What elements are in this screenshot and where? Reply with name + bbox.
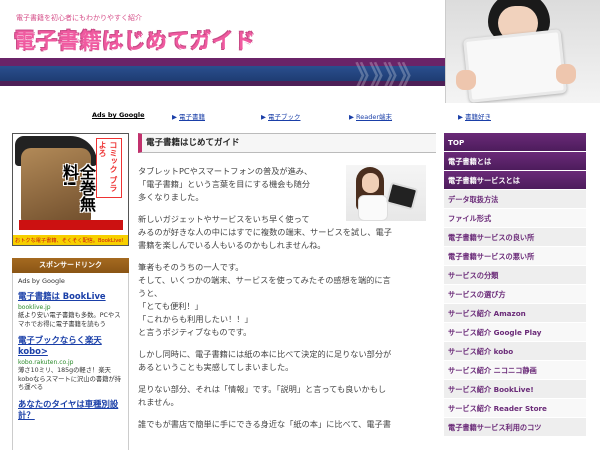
sponsored-ad-title[interactable]: あなたのタイヤは車種別設計？ [18, 399, 123, 421]
sponsored-ad-desc: 薄さ10ミリ、185gの軽さ！楽天koboならスマートに沢山の書籍が持ち運べる [18, 367, 122, 391]
article-paragraph: 足りない部分、それは「情報」です。「説明」と言っても良いかもし れません。 [138, 383, 436, 409]
article-paragraph: しかし同時に、電子書籍には紙の本に比べて決定的に足りない部分が あるということも実… [138, 348, 436, 374]
sponsored-ad-url[interactable]: kobo.rakuten.co.jp [18, 358, 123, 367]
article-line: 「電子書籍」という言葉を目にする機会も随分 [138, 179, 311, 189]
ad-link-4[interactable]: ▶ 書籍好き [458, 111, 491, 121]
arrow-decor-icon: 》》》》 [355, 60, 426, 86]
article-body: タブレットPCやスマートフォンの普及が進み、 「電子書籍」という言葉を目にする機会… [138, 165, 436, 440]
site-tagline: 電子書籍を初心者にもわかりやすく紹介 [16, 14, 142, 22]
header-woman-tablet-photo [445, 0, 600, 103]
right-navigation: TOP 電子書籍とは 電子書籍サービスとは データ取扱方法 ファイル形式 電子書籍サービス… [444, 133, 586, 450]
site-title[interactable]: 電子書籍はじめてガイド [14, 25, 256, 55]
main-content: 電子書籍はじめてガイド タブレットPCやスマートフォンの普及が進み、 「電子書籍」… [138, 133, 436, 450]
triangle-icon: ▶ [261, 113, 266, 121]
sponsored-links-box: Ads by Google 電子書籍は BookLive booklive.jp… [12, 273, 129, 450]
nav-item[interactable]: サービス紹介 kobo [444, 342, 586, 361]
photo-tablet [462, 29, 568, 103]
article-paragraph: 新しいガジェットやサービスをいち早く使ってみるのが好きな人の中にはすでに複数の端… [138, 213, 436, 252]
comic-ad-banner[interactable]: 全巻無料! コミック ブラよろ おトクな電子書籍、そくそく配信。BookLive… [12, 133, 129, 246]
nav-item[interactable]: 電子書籍サービスとは [444, 171, 586, 190]
nav-item[interactable]: ファイル形式 [444, 209, 586, 228]
article-line: あるということも実感してしまいました。 [138, 362, 294, 372]
header-arrows-decoration: 》》》》 [355, 58, 445, 86]
ads-by-google-label[interactable]: Ads by Google [18, 277, 123, 285]
ad-link-1[interactable]: ▶ 電子書籍 [172, 111, 205, 121]
sponsored-ad-desc: 紙より安い電子書籍も多数。PCやスマホでお得に電子書籍を読もう [18, 312, 121, 328]
ads-by-google-link[interactable]: Ads by Google [92, 111, 145, 119]
sponsored-ad-title[interactable]: 電子ブックならく楽天kobo> [18, 335, 123, 357]
ad-link-label: 電子ブック [268, 113, 301, 121]
article-line: 書籍を楽しんでいる人もいるのかもしれませんね。 [138, 240, 326, 250]
site-header: 電子書籍を初心者にもわかりやすく紹介 電子書籍はじめてガイド 》》》》 [0, 0, 600, 103]
banner-vertical-label: コミック ブラよろ [96, 138, 122, 198]
sponsored-ad-title[interactable]: 電子書籍は BookLive [18, 291, 123, 302]
sponsored-ad: あなたのタイヤは車種別設計？ [18, 399, 123, 421]
article-line: 「とても便利！」 [138, 301, 203, 311]
article-line: 足りない部分、それは「情報」です。「説明」と言っても良いかもし [138, 384, 387, 394]
article-line: 多くなりました。 [138, 192, 204, 202]
banner-footer: おトクな電子書籍、そくそく配信。BookLive! [13, 235, 128, 245]
sponsored-ad: 電子ブックならく楽天kobo> kobo.rakuten.co.jp 薄さ10ミ… [18, 335, 123, 393]
nav-item[interactable]: 電子書籍とは [444, 152, 586, 171]
article-line: 誰でもが書店で簡単に手にできる身近な「紙の本」に比べて、電子書 [138, 419, 391, 429]
nav-item[interactable]: サービス紹介 Google Play [444, 323, 586, 342]
ad-link-label: 書籍好き [465, 113, 491, 121]
article-paragraph: 筆者もそのうちの一人です。そして、いくつかの端末、サービスを使ってみたその感想を… [138, 261, 436, 339]
nav-item[interactable]: サービス紹介 BookLive! [444, 380, 586, 399]
article-line: みるのが好きな人の中にはすでに複数の端末、サービスを試し、電子 [138, 227, 392, 237]
article-line: しかし同時に、電子書籍には紙の本に比べて決定的に足りない部分が [138, 349, 392, 359]
nav-item[interactable]: サービスの分類 [444, 266, 586, 285]
article-line: れません。 [138, 397, 179, 407]
nav-item[interactable]: サービス紹介 Amazon [444, 304, 586, 323]
triangle-icon: ▶ [458, 113, 463, 121]
article-line: 「これからも利用したい！！」 [138, 314, 253, 324]
article-line: 新しいガジェットやサービスをいち早く使って [138, 214, 310, 224]
article-paragraph: タブレットPCやスマートフォンの普及が進み、 「電子書籍」という言葉を目にする機会… [138, 165, 436, 204]
article-line: タブレットPCやスマートフォンの普及が進み、 [138, 166, 313, 176]
nav-item[interactable]: 電子書籍サービス利用のコツ [444, 418, 586, 437]
sponsored-ad: 電子書籍は BookLive booklive.jp 紙より安い電子書籍も多数。… [18, 291, 123, 329]
article-heading: 電子書籍はじめてガイド [138, 133, 436, 153]
sponsored-ad-url[interactable]: booklive.jp [18, 303, 123, 312]
nav-item[interactable]: サービス紹介 Reader Store [444, 399, 586, 418]
sponsored-links-heading: スポンサードリンク [12, 258, 129, 273]
article-line: そして、いくつかの端末、サービスを使ってみたその感想を端的に言 [138, 275, 391, 285]
article-line: と言うポジティブなものです。 [138, 327, 252, 337]
photo-hand-right [556, 64, 576, 84]
ad-link-3[interactable]: ▶ Reader端末 [349, 111, 392, 121]
nav-item[interactable]: 電子書籍サービスの良い所 [444, 228, 586, 247]
photo-hand-left [456, 70, 476, 90]
ad-link-label: Reader端末 [356, 113, 393, 121]
triangle-icon: ▶ [172, 113, 177, 121]
nav-item[interactable]: 電子書籍サービスの悪い所 [444, 247, 586, 266]
banner-ribbon [19, 220, 123, 230]
nav-item[interactable]: データ取扱方法 [444, 190, 586, 209]
article-line: 筆者もそのうちの一人です。 [138, 262, 244, 272]
ad-link-2[interactable]: ▶ 電子ブック [261, 111, 301, 121]
ad-link-bar: Ads by Google ▶ 電子書籍 ▶ 電子ブック ▶ Reader端末 ▶ 書籍… [0, 109, 600, 123]
nav-item[interactable]: サービス紹介 ニコニコ静画 [444, 361, 586, 380]
ad-link-label: 電子書籍 [179, 113, 205, 121]
triangle-icon: ▶ [349, 113, 354, 121]
left-sidebar: 全巻無料! コミック ブラよろ おトクな電子書籍、そくそく配信。BookLive… [12, 133, 129, 450]
nav-item[interactable]: TOP [444, 133, 586, 152]
article-line: うと、 [138, 288, 163, 298]
nav-item[interactable]: サービスの選び方 [444, 285, 586, 304]
article-paragraph: 誰でもが書店で簡単に手にできる身近な「紙の本」に比べて、電子書 [138, 418, 436, 431]
